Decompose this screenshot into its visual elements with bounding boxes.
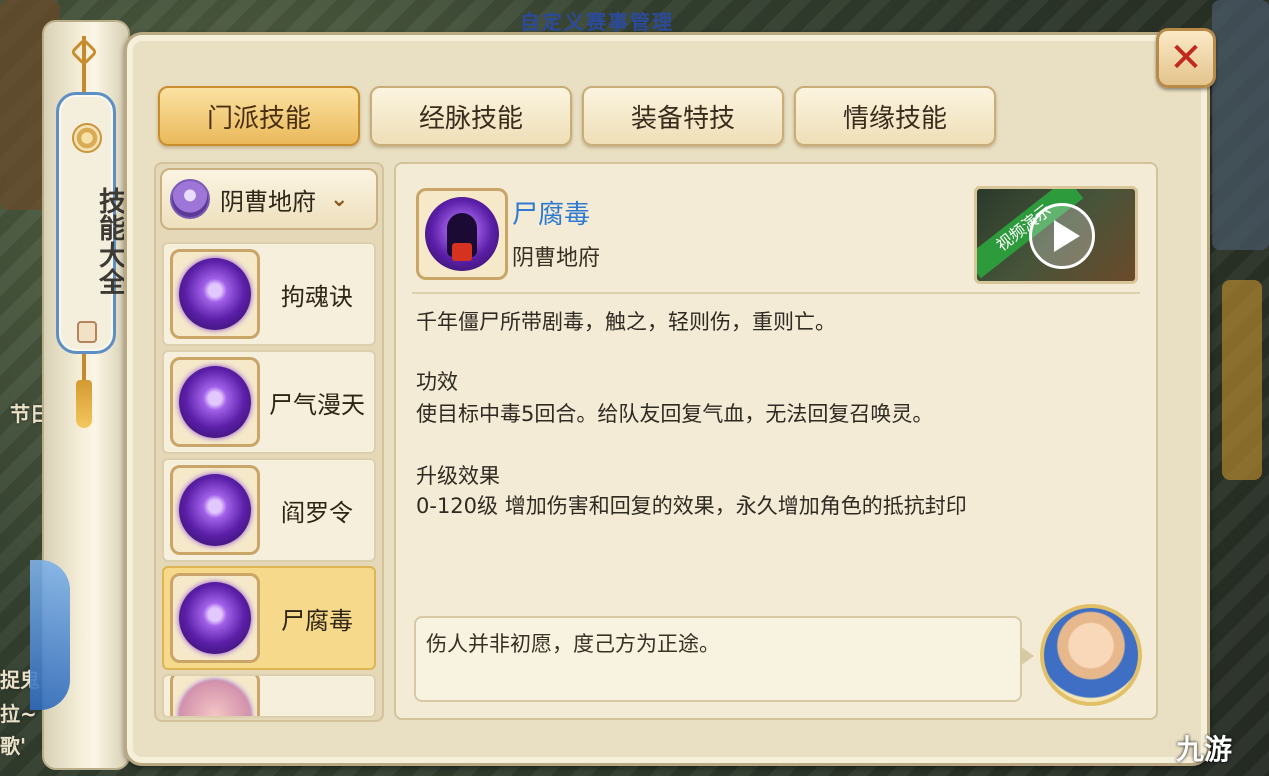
background-lantern-right [1222,280,1262,480]
skill-item-partial[interactable] [162,674,376,718]
skull-spirit-icon [170,249,260,339]
skill-item[interactable]: 阎罗令 [162,458,376,562]
character-quote: 伤人并非初愿，度己方为正途。 [414,616,1034,702]
effect-heading: 功效 [416,370,458,394]
play-icon [1029,203,1095,269]
seal-stamp-icon [77,321,97,343]
background-top-text: 自定义赛事管理 [520,10,674,34]
scroll-label: 技能大全 [56,92,125,354]
corpse-poison-icon [416,188,508,280]
tab-sect-skills[interactable]: 门派技能 [158,86,360,146]
video-demo-button[interactable]: 视频演示 [974,186,1138,284]
sect-dropdown-label: 阴曹地府 [220,187,316,216]
skill-item[interactable]: 拘魂诀 [162,242,376,346]
skill-item-label: 尸气漫天 [269,390,365,419]
watermark-logo: 九游 [1176,733,1233,766]
skill-sect: 阴曹地府 [512,246,601,271]
character-avatar [1040,604,1142,706]
ghost-mist-icon [170,357,260,447]
skill-lore: 千年僵尸所带剧毒，触之，轻则伤，重则亡。 [416,310,836,334]
corpse-poison-icon [170,573,260,663]
background-roof-right [1212,0,1269,250]
skill-item-label: 尸腐毒 [281,606,353,635]
sect-skull-icon [170,179,210,219]
tab-meridian-skills[interactable]: 经脉技能 [370,86,572,146]
tab-bond-skills[interactable]: 情缘技能 [794,86,996,146]
upgrade-text: 0-120级 增加伤害和回复的效果，永久增加角色的抵抗封印 [416,494,967,518]
sect-dropdown[interactable]: 阴曹地府 ⌄ [160,168,378,230]
background-side-text: 歌' [0,734,27,758]
effect-text: 使目标中毒5回合。给队友回复气血，无法回复召唤灵。 [416,402,934,426]
skill-item-label: 阎罗令 [281,498,353,527]
skill-item-selected[interactable]: 尸腐毒 [162,566,376,670]
tassel-icon [76,380,92,428]
scroll-title: 技能大全 [94,187,125,295]
divider [412,292,1140,294]
hell-token-icon [170,465,260,555]
cloud-emblem-icon [72,123,102,153]
chevron-down-icon: ⌄ [330,186,349,212]
blue-ribbon [30,560,70,710]
tab-equipment-skills[interactable]: 装备特技 [582,86,784,146]
close-icon: ✕ [1169,35,1203,81]
upgrade-heading: 升级效果 [416,464,500,488]
close-button[interactable]: ✕ [1156,28,1216,88]
skill-item-label: 拘魂诀 [281,282,353,311]
skill-title: 尸腐毒 [512,200,591,230]
skill-icon [170,676,260,716]
skill-item[interactable]: 尸气漫天 [162,350,376,454]
